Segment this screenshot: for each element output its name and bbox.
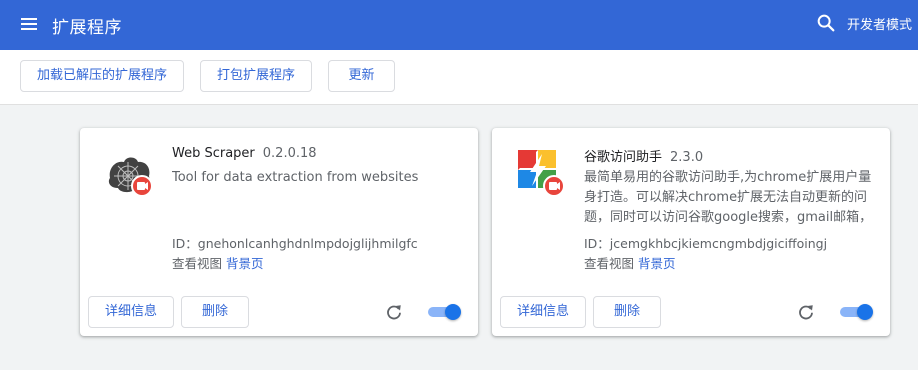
extension-card: 谷歌访问助手 2.3.0 最简单易用的谷歌访问助手,为chrome扩展用户量身打造… [492, 128, 890, 336]
extension-version: 0.2.0.18 [262, 146, 317, 161]
toolbar: 加载已解压的扩展程序 打包扩展程序 更新 [0, 50, 918, 105]
enable-toggle[interactable] [840, 304, 874, 320]
extension-id: ID：jcemgkhbcjkiemcngmbdjgiciffoingj [584, 236, 828, 251]
remove-button[interactable]: 删除 [593, 296, 661, 328]
developer-mode-toggle[interactable]: 开发者模式 [847, 14, 912, 33]
remove-button[interactable]: 删除 [181, 296, 249, 328]
inspect-views-label: 查看视图 [584, 256, 635, 271]
extension-id: ID：gnehonlcanhghdnlmpdojglijhmilgfc [172, 236, 418, 251]
page-title: 扩展程序 [52, 18, 122, 38]
app-header: 扩展程序 开发者模式 [0, 0, 918, 50]
load-unpacked-button[interactable]: 加载已解压的扩展程序 [20, 60, 184, 92]
background-page-link[interactable]: 背景页 [638, 256, 676, 271]
details-button[interactable]: 详细信息 [500, 296, 586, 328]
inspect-views: 查看视图 背景页 [172, 253, 264, 272]
google-access-helper-icon [518, 150, 565, 197]
reload-icon[interactable] [385, 303, 403, 321]
update-button[interactable]: 更新 [328, 60, 395, 92]
extension-card: Web Scraper 0.2.0.18 Tool for data extrac… [80, 128, 478, 336]
extension-description: Tool for data extraction from websites [172, 170, 419, 185]
pack-extension-button[interactable]: 打包扩展程序 [200, 60, 312, 92]
inspect-views-label: 查看视图 [172, 256, 223, 271]
extension-name: 谷歌访问助手 [584, 150, 663, 165]
background-page-link[interactable]: 背景页 [226, 256, 264, 271]
reload-icon[interactable] [797, 303, 815, 321]
spider-web-icon [108, 157, 153, 197]
extension-version: 2.3.0 [670, 150, 704, 165]
inspect-views: 查看视图 背景页 [584, 253, 676, 272]
extension-name: Web Scraper [172, 146, 255, 161]
details-button[interactable]: 详细信息 [88, 296, 174, 328]
menu-icon[interactable] [18, 13, 42, 37]
enable-toggle[interactable] [428, 304, 462, 320]
extension-description: 最简单易用的谷歌访问助手,为chrome扩展用户量身打造。可以解决chrome扩… [584, 170, 873, 225]
search-icon[interactable] [815, 12, 837, 34]
